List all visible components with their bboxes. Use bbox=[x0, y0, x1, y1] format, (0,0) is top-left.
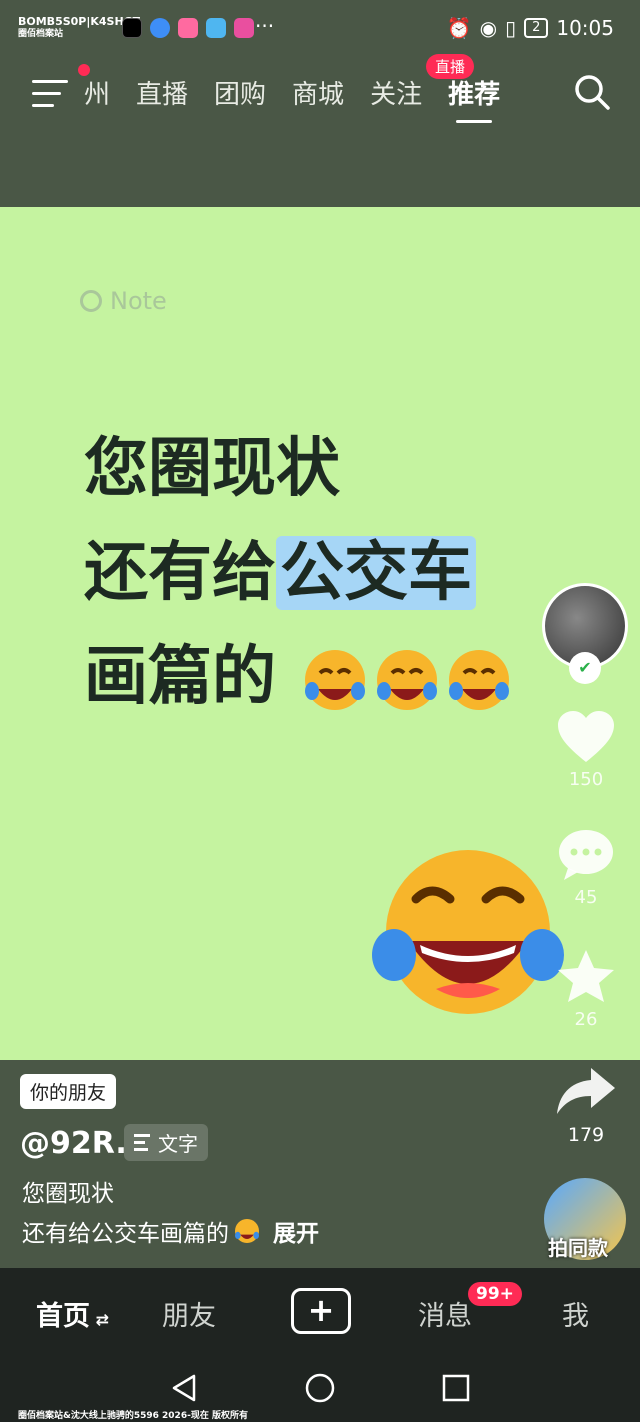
note-label-text: Note bbox=[110, 287, 167, 315]
like-button[interactable]: 150 bbox=[554, 710, 618, 790]
battery-icon: 2 bbox=[524, 18, 549, 38]
reader-icon bbox=[206, 18, 226, 38]
browser-icon bbox=[150, 18, 170, 38]
search-icon[interactable] bbox=[572, 72, 612, 112]
note-label: Note bbox=[80, 287, 167, 315]
create-post-button[interactable]: + bbox=[291, 1288, 351, 1334]
tab-home-label: 首页 bbox=[36, 1301, 90, 1332]
follow-check-icon[interactable]: ✔ bbox=[569, 652, 601, 684]
like-count: 150 bbox=[568, 769, 604, 790]
tiktok-icon bbox=[122, 18, 142, 38]
status-time: 10:05 bbox=[556, 16, 614, 40]
note-ring-icon bbox=[80, 290, 102, 312]
tab-city[interactable]: 州 bbox=[84, 74, 110, 111]
top-navigation: 州 直播 团购 商城 关注 推荐 直播 bbox=[0, 54, 640, 207]
same-style-label[interactable]: 拍同款 bbox=[548, 1232, 608, 1261]
bottom-tab-bar: 首页 ⇄ 朋友 + 消息 99+ 我 bbox=[0, 1268, 640, 1358]
favorite-count: 26 bbox=[574, 1009, 598, 1030]
tears-of-joy-emoji bbox=[449, 650, 510, 711]
plus-icon: + bbox=[307, 1291, 335, 1329]
status-bar: BOMB5S0P|K4SHGT 圈佰档案站 ··· ⏰ ◉ ▯ 2 10:05 bbox=[0, 0, 640, 60]
tab-group-buy[interactable]: 团购 bbox=[214, 74, 266, 111]
headline-line3: 画篇的 bbox=[84, 625, 514, 729]
video-app-icon bbox=[234, 18, 254, 38]
messages-badge: 99+ bbox=[468, 1282, 522, 1306]
share-arrow-icon bbox=[557, 1068, 615, 1114]
text-type-tag: 文字 bbox=[124, 1124, 208, 1161]
friend-tag: 你的朋友 bbox=[20, 1074, 117, 1109]
tears-of-joy-emoji bbox=[377, 650, 438, 711]
headline-line1: 您圈现状 bbox=[84, 432, 340, 506]
alarm-icon: ⏰ bbox=[446, 16, 472, 40]
bilibili-icon bbox=[178, 18, 198, 38]
tab-home[interactable]: 首页 ⇄ bbox=[36, 1294, 109, 1333]
tears-of-joy-emoji bbox=[305, 650, 366, 711]
home-circle-icon[interactable] bbox=[304, 1372, 336, 1404]
comment-button[interactable]: 45 bbox=[554, 828, 618, 908]
author-handle[interactable]: @92R. bbox=[20, 1126, 127, 1161]
text-lines-icon bbox=[134, 1134, 150, 1155]
expand-link[interactable]: 展开 bbox=[273, 1214, 319, 1248]
tab-live[interactable]: 直播 bbox=[136, 74, 188, 111]
vibrate-icon: ▯ bbox=[505, 16, 517, 40]
share-count: 179 bbox=[567, 1124, 605, 1146]
favorite-button[interactable]: 26 bbox=[554, 948, 618, 1030]
text-type-label: 文字 bbox=[158, 1132, 198, 1156]
tab-me[interactable]: 我 bbox=[562, 1294, 589, 1333]
status-right: ⏰ ◉ ▯ 2 10:05 bbox=[447, 16, 614, 40]
post-headline: 您圈现状 还有给公交车 画篇的 bbox=[84, 417, 514, 729]
heart-icon bbox=[558, 711, 614, 762]
description-line2-text: 还有给公交车画篇的 bbox=[22, 1221, 229, 1247]
live-badge: 直播 bbox=[426, 54, 475, 79]
back-icon[interactable] bbox=[168, 1372, 200, 1404]
description-line2: 还有给公交车画篇的 展开 bbox=[22, 1214, 319, 1248]
headline-line3-text: 画篇的 bbox=[84, 640, 276, 714]
star-icon bbox=[558, 950, 614, 1002]
tab-recommend[interactable]: 推荐 bbox=[448, 74, 500, 123]
post-info: 你的朋友 @92R. 文字 您圈现状 还有给公交车画篇的 展开 179 拍同款 bbox=[0, 1060, 640, 1268]
tab-mall[interactable]: 商城 bbox=[292, 74, 344, 111]
location-icon: ◉ bbox=[479, 16, 498, 40]
tab-following[interactable]: 关注 bbox=[370, 74, 422, 111]
menu-icon[interactable] bbox=[32, 80, 68, 108]
notification-icons bbox=[122, 18, 254, 38]
tears-of-joy-emoji bbox=[235, 1219, 259, 1243]
headline-line2: 还有给公交车 bbox=[84, 521, 514, 625]
share-button[interactable]: 179 bbox=[552, 1066, 620, 1146]
feed-tabs: 州 直播 团购 商城 关注 推荐 bbox=[84, 74, 500, 123]
tab-friends[interactable]: 朋友 bbox=[162, 1294, 216, 1333]
more-notifications-icon: ··· bbox=[255, 14, 275, 38]
comment-icon bbox=[559, 830, 613, 880]
large-tears-of-joy-emoji bbox=[372, 850, 564, 1014]
watermark: 圈佰档案站&沈大线上驰骋的5596 2026-现在 版权所有 bbox=[18, 1411, 248, 1421]
recent-apps-icon[interactable] bbox=[440, 1372, 472, 1404]
headline-highlight: 公交车 bbox=[276, 536, 476, 610]
tab-messages[interactable]: 消息 bbox=[418, 1294, 472, 1333]
headline-line2-prefix: 还有给 bbox=[84, 536, 276, 610]
comment-count: 45 bbox=[574, 887, 598, 908]
description-line1: 您圈现状 bbox=[22, 1181, 114, 1207]
refresh-arrows-icon: ⇄ bbox=[90, 1310, 109, 1329]
